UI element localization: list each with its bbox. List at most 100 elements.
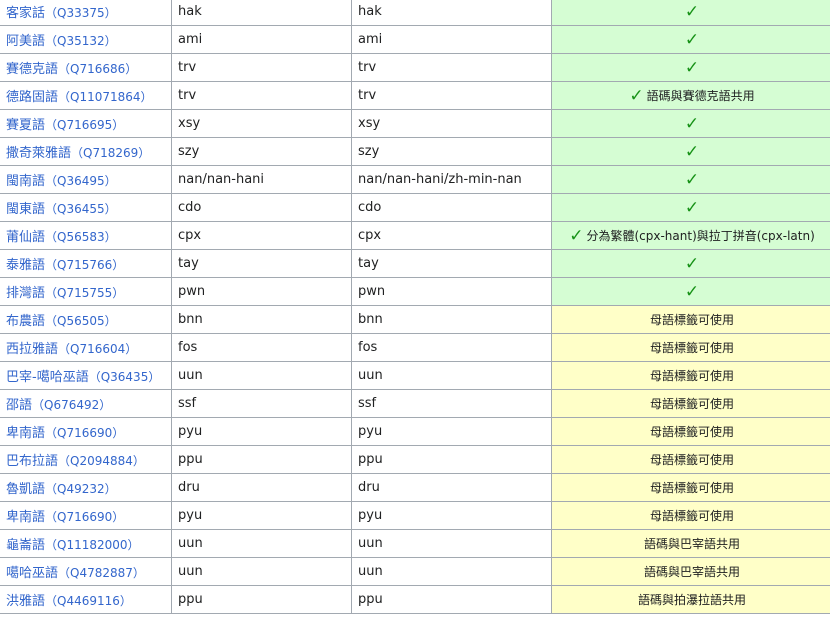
support-status-cell: 語碼與拍瀑拉語共用 — [551, 585, 830, 614]
wikidata-qid-link[interactable]: （Q676492） — [32, 398, 111, 412]
wiki-code-cell: uun — [351, 557, 552, 586]
support-status-cell: 語碼與巴宰語共用 — [551, 529, 830, 558]
wikidata-qid-link[interactable]: （Q715755） — [45, 286, 124, 300]
status-note: 語碼與賽德克語共用 — [646, 88, 755, 103]
language-link[interactable]: 莆仙語 — [6, 230, 45, 245]
support-status-cell: 母語標籤可使用 — [551, 417, 830, 446]
wikidata-qid-link[interactable]: （Q36435） — [89, 370, 161, 384]
checkmark-icon: ✓ — [684, 253, 700, 274]
language-cell: 閩南語（Q36495） — [0, 165, 172, 194]
table-row: 賽德克語（Q716686） trv trv ✓ — [0, 53, 830, 82]
language-code-cell: uun — [171, 529, 352, 558]
table-row: 巴宰-噶哈巫語（Q36435） uun uun 母語標籤可使用 — [0, 361, 830, 390]
checkmark-icon: ✓ — [684, 141, 700, 162]
language-link[interactable]: 泰雅語 — [6, 258, 45, 273]
language-code-cell: pwn — [171, 277, 352, 306]
language-cell: 閩東語（Q36455） — [0, 193, 172, 222]
language-code-cell: ssf — [171, 389, 352, 418]
language-link[interactable]: 阿美語 — [6, 34, 45, 49]
language-cell: 德路固語（Q11071864） — [0, 81, 172, 110]
language-link[interactable]: 閩東語 — [6, 202, 45, 217]
status-note: 母語標籤可使用 — [649, 425, 734, 439]
status-note: 語碼與巴宰語共用 — [643, 537, 740, 551]
wikidata-qid-link[interactable]: （Q33375） — [45, 6, 117, 20]
wikidata-qid-link[interactable]: （Q56505） — [45, 314, 117, 328]
wikidata-qid-link[interactable]: （Q2094884） — [58, 454, 145, 468]
wikidata-qid-link[interactable]: （Q715766） — [45, 258, 124, 272]
wikidata-qid-link[interactable]: （Q56583） — [45, 230, 117, 244]
status-note: 語碼與巴宰語共用 — [643, 565, 740, 579]
support-status-cell: 母語標籤可使用 — [551, 501, 830, 530]
wiki-code-cell: hak — [351, 0, 552, 26]
table-row: 卑南語（Q716690） pyu pyu 母語標籤可使用 — [0, 501, 830, 530]
wiki-code-cell: fos — [351, 333, 552, 362]
wiki-code-cell: pyu — [351, 501, 552, 530]
table-row: 洪雅語（Q4469116） ppu ppu 語碼與拍瀑拉語共用 — [0, 585, 830, 614]
language-link[interactable]: 賽夏語 — [6, 118, 45, 133]
table-row: 閩東語（Q36455） cdo cdo ✓ — [0, 193, 830, 222]
language-link[interactable]: 龜崙語 — [6, 538, 45, 553]
language-code-cell: pyu — [171, 417, 352, 446]
wikidata-qid-link[interactable]: （Q4782887） — [58, 566, 145, 580]
wiki-code-cell: ppu — [351, 585, 552, 614]
support-status-cell: 母語標籤可使用 — [551, 389, 830, 418]
wiki-code-cell: bnn — [351, 305, 552, 334]
wiki-code-cell: uun — [351, 529, 552, 558]
language-link[interactable]: 巴宰-噶哈巫語 — [6, 370, 89, 385]
wiki-code-cell: szy — [351, 137, 552, 166]
wikidata-qid-link[interactable]: （Q716690） — [45, 426, 124, 440]
language-link[interactable]: 巴布拉語 — [6, 454, 58, 469]
language-link[interactable]: 卑南語 — [6, 426, 45, 441]
language-link[interactable]: 噶哈巫語 — [6, 566, 58, 581]
table-row: 西拉雅語（Q716604） fos fos 母語標籤可使用 — [0, 333, 830, 362]
language-code-cell: uun — [171, 557, 352, 586]
language-cell: 莆仙語（Q56583） — [0, 221, 172, 250]
language-cell: 龜崙語（Q11182000） — [0, 529, 172, 558]
language-link[interactable]: 排灣語 — [6, 286, 45, 301]
language-link[interactable]: 魯凱語 — [6, 482, 45, 497]
support-status-cell: ✓ — [551, 249, 830, 278]
support-status-cell: 母語標籤可使用 — [551, 333, 830, 362]
support-status-cell: ✓ — [551, 25, 830, 54]
language-link[interactable]: 客家話 — [6, 6, 45, 21]
language-link[interactable]: 邵語 — [6, 398, 32, 413]
wikidata-qid-link[interactable]: （Q36455） — [45, 202, 117, 216]
wikidata-qid-link[interactable]: （Q716690） — [45, 510, 124, 524]
language-link[interactable]: 德路固語 — [6, 90, 58, 105]
wiki-code-cell: trv — [351, 53, 552, 82]
language-code-cell: pyu — [171, 501, 352, 530]
language-link[interactable]: 閩南語 — [6, 174, 45, 189]
language-link[interactable]: 卑南語 — [6, 510, 45, 525]
wikidata-qid-link[interactable]: （Q49232） — [45, 482, 117, 496]
wiki-code-cell: cdo — [351, 193, 552, 222]
language-link[interactable]: 西拉雅語 — [6, 342, 58, 357]
language-link[interactable]: 布農語 — [6, 314, 45, 329]
language-cell: 噶哈巫語（Q4782887） — [0, 557, 172, 586]
wikidata-qid-link[interactable]: （Q35132） — [45, 34, 117, 48]
wikidata-qid-link[interactable]: （Q4469116） — [45, 594, 132, 608]
wikidata-qid-link[interactable]: （Q716686） — [58, 62, 137, 76]
wikidata-qid-link[interactable]: （Q36495） — [45, 174, 117, 188]
wikidata-qid-link[interactable]: （Q11182000） — [45, 538, 140, 552]
table-row: 撒奇萊雅語（Q718269） szy szy ✓ — [0, 137, 830, 166]
language-link[interactable]: 賽德克語 — [6, 62, 58, 77]
wikidata-qid-link[interactable]: （Q718269） — [71, 146, 150, 160]
language-code-cell: ppu — [171, 585, 352, 614]
wikidata-qid-link[interactable]: （Q716695） — [45, 118, 124, 132]
language-support-table: 客家話（Q33375） hak hak ✓ 阿美語（Q35132） ami ami ✓ 賽德克語… — [0, 0, 830, 614]
language-code-cell: ami — [171, 25, 352, 54]
status-note: 母語標籤可使用 — [649, 369, 734, 383]
language-cell: 西拉雅語（Q716604） — [0, 333, 172, 362]
wikidata-qid-link[interactable]: （Q716604） — [58, 342, 137, 356]
support-status-cell: 母語標籤可使用 — [551, 473, 830, 502]
wikidata-qid-link[interactable]: （Q11071864） — [58, 90, 153, 104]
support-status-cell: 母語標籤可使用 — [551, 305, 830, 334]
language-code-cell: hak — [171, 0, 352, 26]
language-code-cell: bnn — [171, 305, 352, 334]
language-link[interactable]: 撒奇萊雅語 — [6, 146, 71, 161]
language-cell: 魯凱語（Q49232） — [0, 473, 172, 502]
wiki-code-cell: pwn — [351, 277, 552, 306]
language-code-cell: cpx — [171, 221, 352, 250]
language-link[interactable]: 洪雅語 — [6, 594, 45, 609]
checkmark-icon: ✓ — [684, 113, 700, 134]
